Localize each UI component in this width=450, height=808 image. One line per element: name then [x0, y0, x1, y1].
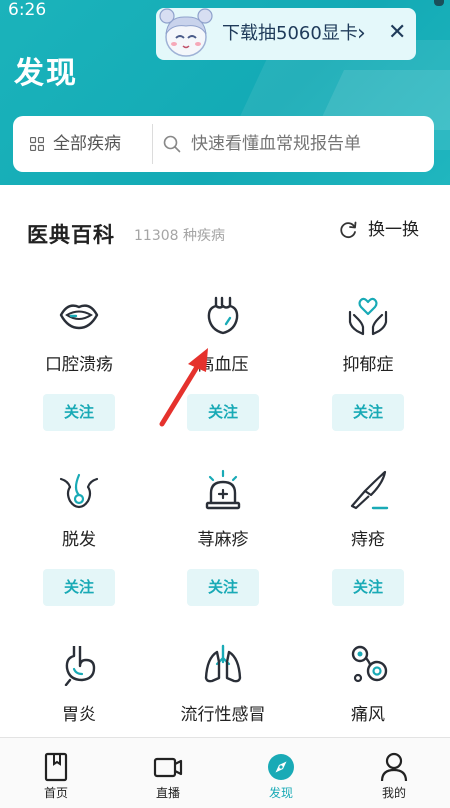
- book-icon: [44, 752, 68, 782]
- follow-button[interactable]: 关注: [332, 394, 404, 431]
- status-time: 6:26: [8, 0, 47, 20]
- disease-name: 荨麻疹: [197, 530, 249, 550]
- category-filter-button[interactable]: 全部疾病: [13, 116, 139, 172]
- disease-card[interactable]: 脱发 关注: [19, 469, 139, 629]
- disease-name: 痔疮: [351, 530, 385, 550]
- search-bar: 全部疾病: [13, 116, 434, 172]
- tab-label: 直播: [155, 786, 180, 800]
- chevron-right-icon[interactable]: ›: [357, 8, 366, 60]
- disease-name: 胃炎: [62, 705, 96, 725]
- disease-card[interactable]: 口腔溃疡 关注: [19, 294, 139, 454]
- refresh-label: 换一换: [368, 220, 419, 240]
- category-filter-label: 全部疾病: [53, 134, 121, 154]
- refresh-button[interactable]: 换一换: [334, 215, 430, 245]
- page-title: 发现: [14, 56, 78, 91]
- follow-button[interactable]: 关注: [43, 394, 115, 431]
- disease-card[interactable]: 痔疮 关注: [308, 469, 428, 629]
- compass-icon: [268, 754, 294, 780]
- scalpel-icon: [350, 470, 389, 510]
- alarm-light-icon: [205, 469, 241, 510]
- grid-icon: [30, 137, 44, 151]
- follow-button[interactable]: 关注: [187, 569, 259, 606]
- tab-discover[interactable]: 发现: [225, 738, 337, 808]
- tab-label: 发现: [268, 786, 293, 800]
- encyclopedia-section: 医典百科 11308 种疾病 换一换 口腔溃疡 关注 高血压 关注 抑郁症 关注…: [0, 185, 450, 737]
- promo-text: 下载抽5060显卡: [222, 23, 358, 44]
- heart-icon: [207, 296, 239, 335]
- search-icon: [163, 135, 181, 153]
- search-input[interactable]: [191, 116, 431, 172]
- follow-button[interactable]: 关注: [332, 569, 404, 606]
- refresh-icon: [340, 221, 357, 239]
- disease-card[interactable]: 抑郁症 关注: [308, 294, 428, 454]
- disease-name: 抑郁症: [342, 355, 394, 375]
- tab-home[interactable]: 首页: [0, 738, 112, 808]
- mouth-icon: [59, 304, 99, 330]
- hair-follicle-icon: [59, 473, 99, 509]
- bottom-tab-bar: 首页 直播 发现 我的: [0, 737, 450, 808]
- disease-card[interactable]: 荨麻疹 关注: [163, 469, 283, 629]
- header: 6:26 发现 下载抽5060显卡 › ✕ 全部疾病: [0, 0, 450, 185]
- disease-name: 口腔溃疡: [45, 355, 113, 375]
- tab-label: 首页: [43, 786, 68, 800]
- section-title: 医典百科: [27, 223, 115, 247]
- mascot-icon: [159, 8, 213, 57]
- user-icon: [380, 752, 408, 782]
- status-indicator: [434, 0, 444, 6]
- disease-card[interactable]: 高血压 关注: [163, 294, 283, 454]
- joint-icon: [351, 645, 388, 683]
- hands-heart-icon: [348, 297, 388, 336]
- video-camera-icon: [153, 757, 183, 778]
- tab-label: 我的: [381, 786, 406, 800]
- follow-button[interactable]: 关注: [43, 569, 115, 606]
- follow-button[interactable]: 关注: [187, 394, 259, 431]
- search-divider: [152, 124, 153, 164]
- tab-live[interactable]: 直播: [112, 738, 224, 808]
- promo-banner[interactable]: 下载抽5060显卡 › ✕: [156, 8, 416, 60]
- disease-name: 高血压: [197, 355, 249, 375]
- lungs-icon: [204, 644, 242, 683]
- disease-count: 11308 种疾病: [134, 228, 225, 244]
- stomach-icon: [64, 646, 96, 686]
- disease-name: 痛风: [351, 705, 385, 725]
- close-icon[interactable]: ✕: [388, 8, 406, 60]
- disease-name: 流行性感冒: [180, 705, 266, 725]
- tab-profile[interactable]: 我的: [338, 738, 450, 808]
- disease-name: 脱发: [62, 530, 96, 550]
